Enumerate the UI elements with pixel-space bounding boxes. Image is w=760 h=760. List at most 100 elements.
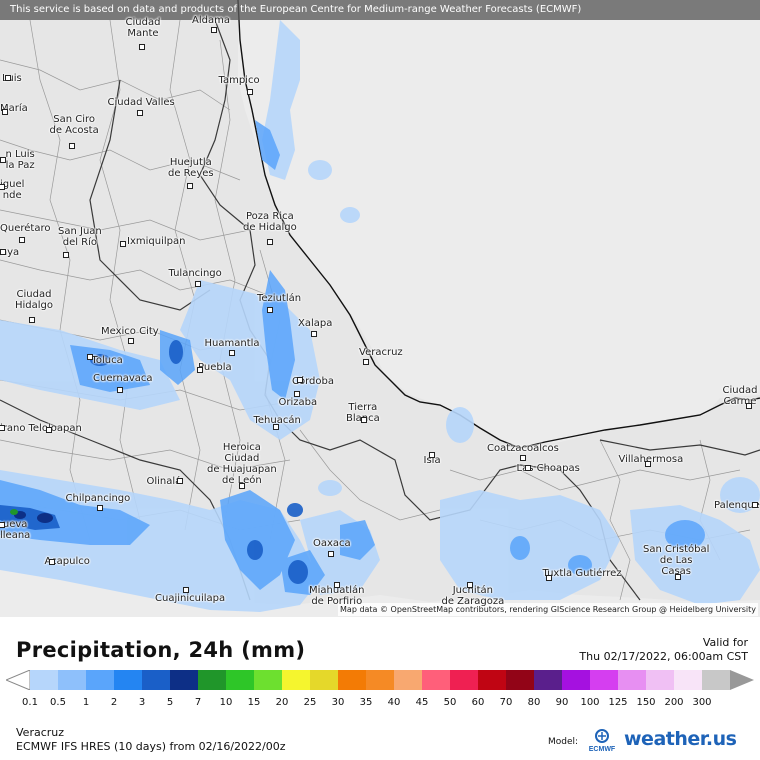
city-marker-olinala[interactable] bbox=[177, 478, 183, 484]
city-marker-coatzacoalcos[interactable] bbox=[520, 455, 526, 461]
city-marker-teziutlan[interactable] bbox=[267, 307, 273, 313]
city-marker-queretaro[interactable] bbox=[19, 237, 25, 243]
weather-us-logo[interactable]: weather.us bbox=[624, 728, 737, 750]
city-marker-chilpancingo[interactable] bbox=[97, 505, 103, 511]
city-label-coatzacoalcos: Coatzacoalcos bbox=[487, 442, 559, 454]
city-marker-tierra-blanca[interactable] bbox=[361, 417, 367, 423]
city-label-veracruz: Veracruz bbox=[359, 346, 403, 358]
scale-swatch bbox=[310, 670, 339, 690]
city-marker-cuernavaca[interactable] bbox=[117, 387, 123, 393]
city-marker-tampico[interactable] bbox=[247, 89, 253, 95]
scale-tick-label: 3 bbox=[138, 697, 146, 708]
city-marker-toluca[interactable] bbox=[87, 354, 93, 360]
scale-swatch bbox=[58, 670, 87, 690]
city-marker-san-luis-la-paz[interactable] bbox=[0, 157, 6, 163]
city-marker-ciudad-del-carmen[interactable] bbox=[746, 403, 752, 409]
city-marker-teloloapan[interactable] bbox=[46, 427, 52, 433]
scale-swatch bbox=[254, 670, 283, 690]
city-marker-juchitan[interactable] bbox=[467, 582, 473, 588]
city-marker-pirano[interactable] bbox=[0, 425, 5, 431]
scale-tick-label: 25 bbox=[303, 697, 317, 708]
city-marker-miguel[interactable] bbox=[0, 184, 5, 190]
ecmwf-logo-icon: ECMWF bbox=[589, 729, 616, 753]
city-marker-oaxaca[interactable] bbox=[328, 551, 334, 557]
city-label-huejutla: Huejutla de Reyes bbox=[168, 157, 214, 179]
city-marker-san-ciro[interactable] bbox=[69, 143, 75, 149]
scale-swatch bbox=[86, 670, 115, 690]
city-marker-aldama[interactable] bbox=[211, 27, 217, 33]
city-label-ciudad-mante: Ciudad Mante bbox=[125, 17, 161, 39]
scale-tick-label: 15 bbox=[247, 697, 261, 708]
scale-tick-label: 5 bbox=[166, 697, 174, 708]
city-label-teloloapan: Teloloapan bbox=[28, 422, 82, 434]
city-marker-ciudad-valles[interactable] bbox=[137, 110, 143, 116]
city-marker-tulancingo[interactable] bbox=[195, 281, 201, 287]
city-label-miguel: iguel nde bbox=[0, 179, 25, 201]
scale-swatch bbox=[282, 670, 311, 690]
scale-tick-label: 40 bbox=[387, 697, 401, 708]
city-marker-huejutla[interactable] bbox=[187, 183, 193, 189]
legend-title: Precipitation, 24h (mm) bbox=[16, 638, 306, 662]
city-marker-heroica[interactable] bbox=[239, 483, 245, 489]
city-marker-huamantla[interactable] bbox=[229, 350, 235, 356]
map-attribution[interactable]: Map data © OpenStreetMap contributors, r… bbox=[338, 603, 758, 616]
city-marker-ciudad-hidalgo[interactable] bbox=[29, 317, 35, 323]
scale-tick-label: 60 bbox=[471, 697, 485, 708]
city-marker-xalapa[interactable] bbox=[311, 331, 317, 337]
city-label-san-juan-del-rio: San Juan del Río bbox=[58, 226, 102, 248]
scale-swatch bbox=[702, 670, 731, 690]
city-marker-poza-rica[interactable] bbox=[267, 239, 273, 245]
city-marker-palenque[interactable] bbox=[752, 502, 758, 508]
city-marker-isla[interactable] bbox=[429, 452, 435, 458]
city-marker-miahuatlan[interactable] bbox=[334, 582, 340, 588]
city-marker-celaya[interactable] bbox=[0, 249, 6, 255]
valid-for-label: Valid for bbox=[702, 636, 748, 649]
city-marker-san-juan-del-rio[interactable] bbox=[63, 252, 69, 258]
city-marker-veracruz[interactable] bbox=[363, 359, 369, 365]
city-label-san-ciro: San Ciro de Acosta bbox=[49, 114, 99, 136]
scale-tick-label: 100 bbox=[580, 697, 600, 708]
city-label-poza-rica: Poza Rica de Hidalgo bbox=[243, 211, 297, 233]
location-name: Veracruz bbox=[16, 726, 65, 739]
city-marker-acapulco[interactable] bbox=[49, 559, 55, 565]
city-marker-san-cristobal[interactable] bbox=[675, 574, 681, 580]
city-label-tulancingo: Tulancingo bbox=[168, 267, 222, 279]
city-marker-tuxtla[interactable] bbox=[546, 575, 552, 581]
city-marker-mexico-city[interactable] bbox=[128, 338, 134, 344]
city-label-queretaro: Querétaro bbox=[0, 222, 51, 234]
scale-tick-label: 90 bbox=[555, 697, 569, 708]
city-label-ciudad-hidalgo: Ciudad Hidalgo bbox=[15, 289, 54, 311]
city-label-orizaba: Orizaba bbox=[278, 396, 318, 408]
city-label-san-cristobal: San Cristóbal de Las Casas bbox=[643, 543, 710, 577]
city-marker-cuajinicuilapa[interactable] bbox=[183, 587, 189, 593]
city-marker-luis[interactable] bbox=[5, 75, 11, 81]
city-marker-villahermosa[interactable] bbox=[645, 461, 651, 467]
city-marker-puebla[interactable] bbox=[197, 367, 203, 373]
map-canvas bbox=[0, 0, 760, 617]
scale-swatch bbox=[170, 670, 199, 690]
city-label-tuxtla: Tuxtla Gutiérrez bbox=[542, 567, 622, 579]
scale-swatch bbox=[30, 670, 59, 690]
city-label-chilpancingo: Chilpancingo bbox=[65, 492, 131, 504]
city-label-puebla: Puebla bbox=[198, 361, 232, 373]
city-marker-maria[interactable] bbox=[2, 109, 8, 115]
city-marker-las-choapas[interactable] bbox=[525, 465, 531, 471]
city-label-cuernavaca: Cuernavaca bbox=[93, 372, 153, 384]
city-marker-ixmiquilpan[interactable] bbox=[120, 241, 126, 247]
precip-green bbox=[10, 509, 18, 515]
city-marker-zacatula[interactable] bbox=[0, 522, 5, 528]
city-marker-orizaba[interactable] bbox=[294, 391, 300, 397]
city-label-teziutlan: Teziutlán bbox=[257, 292, 302, 304]
scale-tick-label: 45 bbox=[415, 697, 429, 708]
scale-tick-label: 20 bbox=[275, 697, 289, 708]
scale-swatch bbox=[618, 670, 647, 690]
city-label-heroica: Heroica Ciudad de Huajuapan de León bbox=[207, 442, 277, 486]
scale-swatch bbox=[450, 670, 479, 690]
precipitation-map[interactable]: This service is based on data and produc… bbox=[0, 0, 760, 617]
scale-swatch bbox=[226, 670, 255, 690]
scale-left-arrow bbox=[6, 670, 31, 690]
scale-swatch bbox=[422, 670, 451, 690]
city-marker-ciudad-mante[interactable] bbox=[139, 44, 145, 50]
city-marker-tehuacan[interactable] bbox=[273, 424, 279, 430]
city-marker-cordoba[interactable] bbox=[297, 377, 303, 383]
